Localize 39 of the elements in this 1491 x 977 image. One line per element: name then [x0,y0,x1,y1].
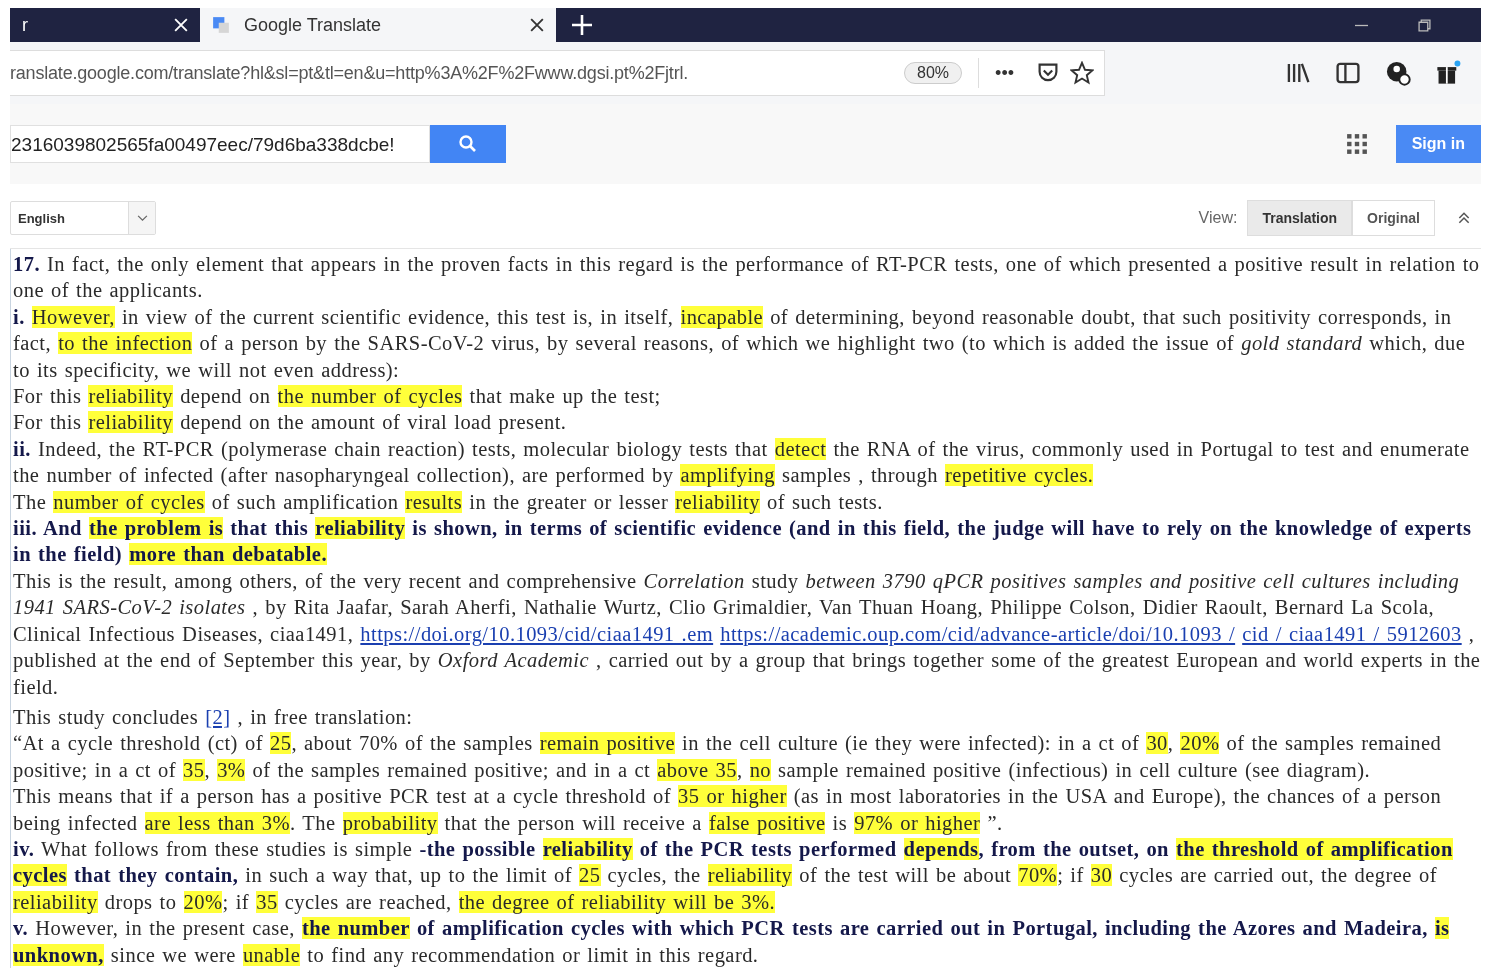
collapse-icon[interactable] [1457,211,1471,225]
apps-grid-icon[interactable] [1345,133,1368,155]
paragraph-text: “At a cycle threshold (ct) of 25, about 70% of the samples remain positive in the cell culture (ie they were infected): in a ct of 30, 20% of the samples remained positive; in a ct of 35, 3% of the samples remained positive; and in a ct above 35, no sample remained positive (infectious) in cell culture (see diagram). [13,731,1443,784]
close-icon[interactable] [530,18,544,32]
account-icon[interactable] [1385,60,1411,86]
view-option-button[interactable]: Translation [1247,200,1353,236]
link[interactable]: cid / ciaa1491 / 5912603 [1242,622,1462,645]
paragraph-text: This is the result, among others, of the very recent and comprehensive Correlation study between 3790 qPCR positives samples and positive cell cultures including 1941 SARS-CoV-2 isolates , by Rita Jaafar, Sarah Aherfi, Nathalie Wurtz, Clio Grimaldier, Van Thuan Hoang, Philippe Colson, Didier Raoult, Bernard La Scola, Clinical Infectious Diseases, ciaa1491, https://doi.org/10.1093/cid/ciaa1491 .em https://academic.oup.com/cid/advance-article/doi/10.1093 / cid / ciaa1491 / 5912603 , published at the end of September this year, by Oxford Academic , carried out by a group that brings together some of the greatest European and world experts in the field. [13,568,1481,700]
sidebar-icon[interactable] [1335,60,1361,86]
browser-tab[interactable]: r [10,8,200,42]
paragraph-text: For this reliability depend on the amount of viral load present. [13,410,568,436]
search-field[interactable]: 2316039802565fa00497eec/79d6ba338dcbe! [10,125,430,163]
paragraph-text: ii. Indeed, the RT-PCR (polymerase chain reaction) tests, molecular biology tests that detect the RNA of the virus, commonly used in Portugal to test and enumerate the number of infected (after nasopharyngeal collection), are performed by amplifying samples , through repetitive cycles. [13,436,1471,489]
paragraph-text: This study concludes [2] , in free translation: [13,704,414,731]
star-icon[interactable] [1070,61,1094,85]
translate-icon [212,16,230,34]
link[interactable]: [2] [205,705,231,728]
language-dropdown[interactable]: English [10,201,156,235]
browser-tab[interactable]: Google Translate [200,8,556,42]
chevron-down-icon [136,214,148,222]
search-button[interactable] [430,125,506,163]
new-tab-icon[interactable] [572,15,592,35]
gift-icon[interactable] [1435,60,1461,86]
search-icon [458,134,478,154]
paragraph-text: i. However, in view of the current scientific evidence, this test is, in itself, incapable of determining, beyond reasonable doubt, that such positivity corresponds, in fact, to the infection of a person by the SARS-CoV-2 virus, by several reasons, of which we highlight two (to which is added the issue of gold standard which, due to its specificity, we will not even address): [13,304,1467,384]
paragraph-text: 17. In fact, the only element that appears in the proven facts in this regard is the performance of RT-PCR tests, one of which presented a positive result in relation to one of the applicants. [13,252,1481,304]
restore-icon[interactable] [1418,18,1431,32]
link[interactable]: https://doi.org/10.1093/cid/ciaa1491 .em [360,622,714,645]
paragraph-text: iii. And the problem is that this reliability is shown, in terms of scientific evidence (and in this field, the judge will have to rely on the knowledge of experts in the field) more than debatable. [13,516,1473,568]
more-actions-button[interactable]: ••• [995,62,1014,84]
zoom-level[interactable]: 80% [904,62,963,84]
paragraph-text: iv. What follows from these studies is simple -the possible reliability of the PCR tests performed depends, from the outset, on the threshold of amplification cycles that they contain, in such a way that, up to the limit of 25 cycles, the reliability of the test will be about 70%; if 30 cycles are carried out, the degree of reliability drops to 20%; if 35 cycles are reached, the degree of reliability will be 3%. [13,836,1454,916]
paragraph-text: v. However, in the present case, the number of amplification cycles with which PCR tests are carried out in Portugal, including the Azores and Madeira, is unknown, since we were unable to find any recommendation or limit in this regard. [13,916,1451,968]
address-bar[interactable]: ranslate.google.com/translate?hl&sl=pt&tl=en&u=http%3A%2F%2Fwww.dgsi.pt%2Fjtrl. 80% ••• [10,50,1105,96]
link[interactable]: https://academic.oup.com/cid/advance-article/doi/10.1093 / [720,622,1236,645]
paragraph-text: The number of cycles of such amplification results in the greater or lesser reliability of such tests. [13,489,884,516]
view-label: View: [1198,209,1238,227]
paragraph-text: This means that if a person has a positive PCR test at a cycle threshold of 35 or higher (as in most laboratories in the USA and Europe), the chances of a person being infected are less than 3%. The probability that the person will receive a false positive is 97% or higher ”. [13,784,1443,836]
view-option-button[interactable]: Original [1352,200,1435,236]
